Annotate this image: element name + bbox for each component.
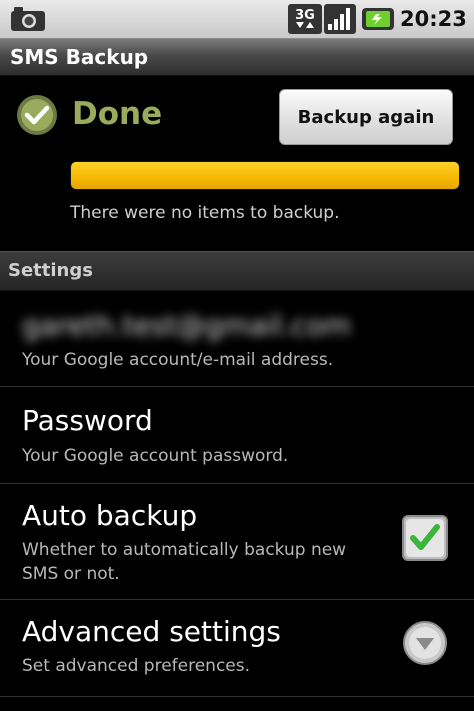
status-bar: 3G 20:23 bbox=[0, 0, 474, 39]
settings-category-header: Settings bbox=[0, 251, 474, 291]
check-circle-icon bbox=[17, 95, 57, 135]
account-preference[interactable]: gareth.test@gmail.com Your Google accoun… bbox=[0, 290, 474, 387]
status-label: Done bbox=[72, 96, 163, 132]
app-title-bar: SMS Backup bbox=[0, 39, 474, 76]
status-message: There were no items to backup. bbox=[70, 203, 340, 223]
password-summary: Your Google account password. bbox=[22, 446, 289, 466]
auto-backup-summary-line1: Whether to automatically backup new bbox=[22, 540, 347, 560]
svg-text:3G: 3G bbox=[295, 8, 315, 23]
progress-fill bbox=[71, 162, 459, 189]
auto-backup-checkbox[interactable] bbox=[402, 515, 448, 561]
account-email-value: gareth.test@gmail.com bbox=[22, 309, 351, 342]
signal-icon bbox=[324, 4, 356, 34]
battery-icon bbox=[362, 8, 394, 30]
password-preference[interactable]: Password Your Google account password. bbox=[0, 387, 474, 484]
app-title: SMS Backup bbox=[10, 45, 149, 69]
auto-backup-title: Auto backup bbox=[22, 499, 198, 532]
camera-icon bbox=[11, 7, 45, 31]
backup-again-button[interactable]: Backup again bbox=[279, 89, 453, 145]
chevron-down-icon[interactable] bbox=[402, 620, 448, 666]
3g-icon: 3G bbox=[288, 4, 322, 34]
progress-bar bbox=[70, 161, 460, 190]
account-summary: Your Google account/e-mail address. bbox=[22, 350, 334, 370]
advanced-settings-summary: Set advanced preferences. bbox=[22, 656, 251, 676]
password-title: Password bbox=[22, 404, 153, 437]
auto-backup-summary-line2: SMS or not. bbox=[22, 564, 120, 584]
clock: 20:23 bbox=[400, 7, 467, 31]
advanced-settings-title: Advanced settings bbox=[22, 615, 281, 648]
settings-header-label: Settings bbox=[8, 260, 93, 281]
